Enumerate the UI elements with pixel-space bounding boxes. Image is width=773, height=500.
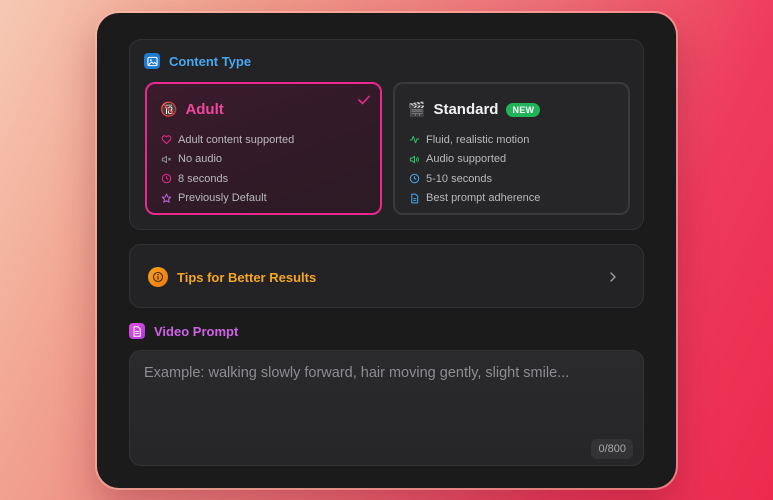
feature-item: No audio	[161, 150, 294, 170]
content-type-title: Content Type	[169, 53, 252, 69]
video-prompt-heading: Video Prompt	[129, 323, 238, 339]
feature-item: 5-10 seconds	[409, 169, 540, 189]
app-window: Content Type 🔞 Adult Adult content suppo…	[97, 13, 676, 488]
feature-list: Fluid, realistic motion Audio supported …	[409, 130, 540, 208]
tips-accordion[interactable]: Tips for Better Results	[129, 244, 644, 308]
video-prompt-container: 0/800	[129, 350, 644, 466]
heart-icon	[161, 135, 172, 145]
feature-item: Audio supported	[409, 150, 540, 170]
info-icon	[148, 267, 168, 287]
tips-heading: Tips for Better Results	[148, 267, 316, 287]
speaker-muted-icon	[161, 155, 171, 163]
clock-icon	[161, 174, 172, 184]
character-counter: 0/800	[591, 439, 633, 459]
star-icon	[161, 193, 172, 203]
content-type-option-standard[interactable]: 🎬 Standard NEW Fluid, realistic motion A…	[393, 82, 630, 215]
new-badge: NEW	[506, 102, 541, 117]
feature-item: 8 seconds	[161, 169, 294, 189]
video-prompt-input[interactable]	[130, 351, 643, 465]
document-icon	[129, 323, 145, 339]
feature-item: Adult content supported	[161, 130, 294, 150]
image-icon	[144, 53, 160, 69]
video-prompt-title: Video Prompt	[154, 323, 239, 339]
speaker-icon	[409, 155, 419, 163]
option-header: 🔞 Adult	[160, 101, 224, 118]
content-type-heading: Content Type	[144, 53, 251, 69]
check-icon	[358, 92, 370, 110]
option-label: Standard	[433, 101, 499, 118]
feature-item: Fluid, realistic motion	[409, 130, 540, 150]
document-icon	[411, 193, 419, 204]
option-header: 🎬 Standard NEW	[408, 101, 541, 118]
option-label: Adult	[185, 101, 224, 118]
content-type-option-adult[interactable]: 🔞 Adult Adult content supported No audio…	[145, 82, 382, 215]
chevron-right-icon[interactable]	[609, 270, 617, 288]
content-type-panel: Content Type 🔞 Adult Adult content suppo…	[129, 39, 644, 230]
feature-list: Adult content supported No audio 8 secon…	[161, 130, 294, 208]
clapperboard-emoji-icon: 🎬	[408, 101, 426, 117]
feature-item: Best prompt adherence	[409, 189, 540, 209]
adult-emoji-icon: 🔞	[160, 101, 178, 117]
feature-item: Previously Default	[161, 189, 294, 209]
clock-icon	[409, 174, 420, 184]
tips-label: Tips for Better Results	[177, 269, 317, 285]
activity-icon	[409, 136, 420, 144]
